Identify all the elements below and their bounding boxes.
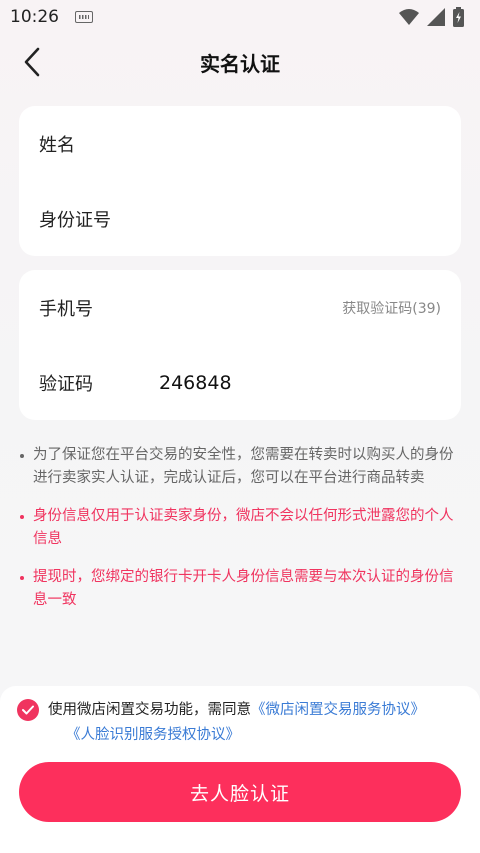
status-icons	[399, 7, 464, 27]
phone-label: 手机号	[39, 298, 93, 320]
name-row[interactable]: 姓名	[19, 106, 461, 181]
status-time: 10:26	[10, 7, 59, 27]
battery-icon	[453, 7, 464, 27]
status-bar: 10:26	[0, 0, 480, 34]
name-label: 姓名	[39, 134, 75, 156]
phone-row[interactable]: 手机号 获取验证码(39)	[19, 270, 461, 345]
phone-card: 手机号 获取验证码(39) 验证码 246848	[19, 270, 461, 420]
id-number-label: 身份证号	[39, 209, 111, 231]
verification-code-label: 验证码	[39, 373, 93, 395]
id-number-input[interactable]	[159, 208, 441, 229]
get-code-button[interactable]: 获取验证码(39)	[342, 298, 441, 318]
notes: 为了保证您在平台交易的安全性，您需要在转卖时以购买人的身份进行卖家实人认证，完成…	[19, 444, 461, 627]
trade-agreement-link[interactable]: 《微店闲置交易服务协议》	[251, 702, 425, 718]
verification-code-row[interactable]: 验证码 246848	[19, 345, 461, 420]
name-input[interactable]	[159, 133, 441, 154]
signal-icon	[427, 8, 445, 26]
note-security: 为了保证您在平台交易的安全性，您需要在转卖时以购买人的身份进行卖家实人认证，完成…	[19, 444, 461, 490]
agreement-checkbox[interactable]	[17, 699, 39, 721]
face-verification-button[interactable]: 去人脸认证	[19, 762, 461, 822]
verification-code-field[interactable]: 246848	[159, 372, 232, 394]
agreement-label: 使用微店闲置交易功能，需同意	[48, 702, 251, 718]
note-withdrawal: 提现时，您绑定的银行卡开卡人身份信息需要与本次认证的身份信息一致	[19, 566, 461, 612]
page-title: 实名认证	[200, 52, 280, 76]
agreement-text: 使用微店闲置交易功能，需同意《微店闲置交易服务协议》 《人脸识别服务授权协议》	[17, 698, 457, 748]
id-number-row[interactable]: 身份证号	[19, 181, 461, 256]
header: 实名认证	[0, 34, 480, 90]
keyboard-icon	[75, 11, 93, 23]
note-privacy: 身份信息仅用于认证卖家身份，微店不会以任何形式泄露您的个人信息	[19, 505, 461, 551]
face-recognition-agreement-link[interactable]: 《人脸识别服务授权协议》	[48, 723, 457, 748]
bottom-panel: 使用微店闲置交易功能，需同意《微店闲置交易服务协议》 《人脸识别服务授权协议》 …	[0, 686, 480, 853]
identity-card: 姓名 身份证号	[19, 106, 461, 256]
wifi-icon	[399, 9, 419, 25]
check-icon	[22, 705, 34, 715]
agreement-row: 使用微店闲置交易功能，需同意《微店闲置交易服务协议》 《人脸识别服务授权协议》	[17, 698, 457, 748]
